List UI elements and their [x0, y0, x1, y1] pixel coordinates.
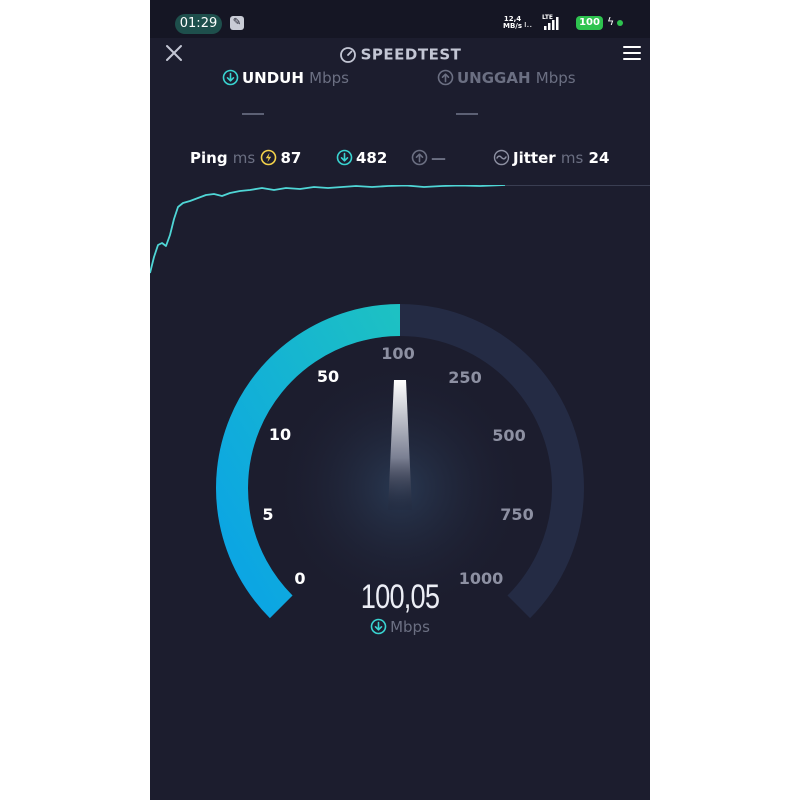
current-speed-unit-label: Mbps: [390, 618, 430, 636]
gauge-tick: 750: [500, 505, 533, 524]
charging-icon: ϟ: [607, 15, 615, 28]
metrics-row: Ping ms 87 482 — Jitter ms 24: [150, 149, 650, 169]
download-ping-metric: 482: [336, 149, 387, 167]
ping-value: 87: [280, 149, 302, 167]
tab-upload-label: UNGGAH: [457, 69, 531, 87]
current-speed-value: 100,05: [360, 578, 440, 616]
speed-graph: [150, 185, 650, 274]
speedometer-icon: [339, 46, 356, 63]
upload-ping-metric: —: [411, 149, 446, 167]
status-bar: 01:29 ✎ 12,4 MB/s ı.. LTE 100 ϟ: [150, 0, 650, 38]
speed-graph-line: [150, 185, 506, 274]
lightning-icon: [261, 149, 277, 166]
download-arrow-icon: [370, 618, 387, 635]
jitter-label: Jitter: [513, 149, 556, 167]
upload-ping-value: —: [431, 149, 446, 167]
status-clock: 01:29: [175, 14, 222, 34]
network-speed: 12,4 MB/s: [503, 16, 522, 30]
current-speed-unit: Mbps: [150, 618, 650, 636]
ping-unit: ms: [232, 149, 256, 167]
gauge-tick: 10: [269, 425, 291, 444]
upload-arrow-icon: [437, 69, 454, 86]
phone-screen: 01:29 ✎ 12,4 MB/s ı.. LTE 100 ϟ SPEEDTES…: [150, 0, 650, 800]
jitter-value: 24: [588, 149, 610, 167]
network-speed-unit: MB/s: [503, 22, 523, 30]
tab-download-unit: Mbps: [309, 69, 349, 87]
jitter-wave-icon: [493, 149, 510, 166]
tab-download-label: UNDUH: [242, 69, 304, 87]
hamburger-menu-icon: [623, 46, 641, 60]
gauge-tick: 250: [448, 368, 481, 387]
wrench-icon: ✎: [230, 16, 244, 30]
charging-dot-icon: [617, 20, 623, 26]
tab-download[interactable]: UNDUH Mbps: [222, 69, 349, 87]
ping-label: Ping: [190, 149, 228, 167]
upload-arrow-icon: [411, 149, 428, 166]
menu-button[interactable]: [622, 45, 642, 61]
gauge-tick: 100: [381, 344, 414, 363]
tab-upload-unit: Mbps: [535, 69, 576, 87]
jitter-unit: ms: [560, 149, 584, 167]
tab-upload[interactable]: UNGGAH Mbps: [437, 69, 576, 87]
download-arrow-icon: [222, 69, 239, 86]
page-title: SPEEDTEST: [360, 45, 462, 64]
download-ping-value: 482: [356, 149, 388, 167]
gauge-tick: 5: [262, 505, 273, 524]
signal-icon: [543, 16, 559, 33]
ping-metric: Ping ms 87: [190, 149, 301, 167]
battery-level: 100: [576, 16, 603, 30]
download-arrow-icon: [336, 149, 353, 166]
download-result-placeholder: [242, 113, 264, 115]
gauge-tick: 50: [317, 367, 339, 386]
network-activity-icon: ı..: [524, 20, 533, 30]
upload-result-placeholder: [456, 113, 478, 115]
gauge-tick: 500: [492, 426, 525, 445]
jitter-metric: Jitter ms 24: [493, 149, 609, 167]
header-title: SPEEDTEST: [150, 44, 650, 64]
